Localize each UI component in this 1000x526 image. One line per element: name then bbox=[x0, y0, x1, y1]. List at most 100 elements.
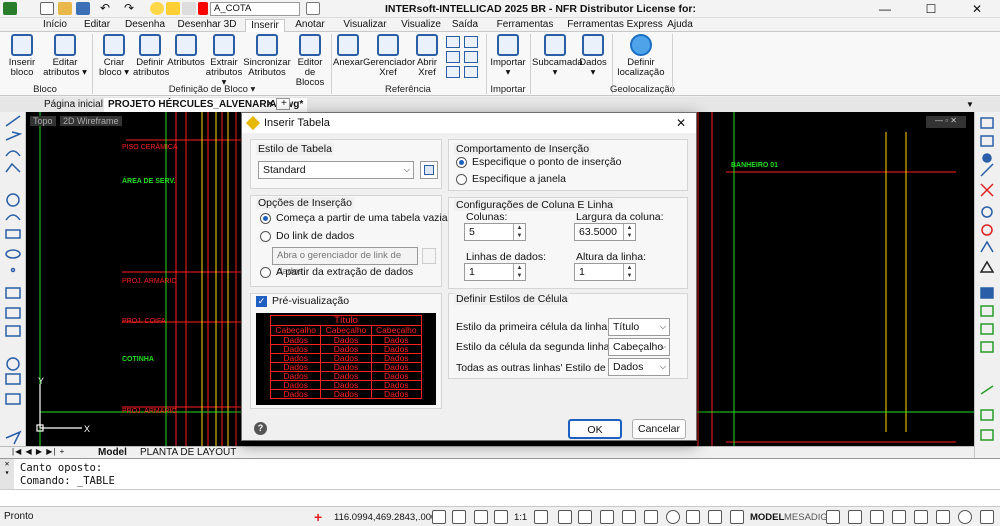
column-width-field[interactable]: 63.5000 ▲ ▼ bbox=[574, 223, 636, 241]
layer-color-swatch[interactable] bbox=[198, 2, 208, 15]
tab-anotar[interactable]: Anotar bbox=[292, 19, 328, 31]
dialog-close-button[interactable]: ✕ bbox=[676, 113, 686, 133]
minimize-button[interactable]: — bbox=[862, 0, 908, 18]
column-width-spinner[interactable]: ▲ ▼ bbox=[623, 224, 635, 240]
radio-data-extraction[interactable] bbox=[260, 267, 271, 278]
redo-icon[interactable]: ↷ bbox=[124, 2, 138, 15]
selection-cycling-icon[interactable] bbox=[686, 510, 700, 524]
adjust-icon[interactable] bbox=[464, 36, 478, 48]
define-attributes-button[interactable]: Definir atributos bbox=[133, 34, 169, 78]
sync-attributes-button[interactable]: Sincronizar Atributos bbox=[243, 34, 291, 78]
table-style-select[interactable]: Standard ⌵ bbox=[258, 161, 414, 179]
xref-manager-button[interactable]: Gerenciador Xref bbox=[363, 34, 415, 78]
data-extraction-label[interactable]: A partir da extração de dados bbox=[276, 266, 413, 278]
close-tab-icon[interactable]: ✕ bbox=[262, 98, 276, 112]
set-location-button[interactable]: Definir localização bbox=[614, 34, 668, 78]
tab-desenhar-3d[interactable]: Desenhar 3D bbox=[176, 19, 238, 31]
tab-ajuda[interactable]: Ajuda bbox=[665, 19, 695, 31]
dynamic-input-icon[interactable] bbox=[708, 510, 722, 524]
clean-screen-icon[interactable] bbox=[914, 510, 928, 524]
other-rows-style-select[interactable]: Dados ⌵ bbox=[608, 358, 670, 376]
second-row-style-select[interactable]: Cabeçalho ⌵ bbox=[608, 338, 670, 356]
create-block-button[interactable]: Criar bloco ▾ bbox=[95, 34, 133, 78]
import-button[interactable]: Importar ▾ bbox=[488, 34, 528, 78]
tablet-toggle[interactable]: MESADIG bbox=[784, 512, 828, 523]
first-row-style-select[interactable]: Título ⌵ bbox=[608, 318, 670, 336]
insert-block-button[interactable]: Inserir bloco bbox=[4, 34, 40, 78]
modify-tools-icons[interactable] bbox=[975, 112, 1000, 458]
snap-grid-icon[interactable] bbox=[432, 510, 446, 524]
insertion-point-label[interactable]: Especifique o ponto de inserção bbox=[472, 156, 621, 168]
cancel-button[interactable]: Cancelar bbox=[632, 419, 686, 439]
status-record-icon[interactable] bbox=[958, 510, 972, 524]
preview-checkbox-label[interactable]: Pré-visualização bbox=[272, 295, 349, 307]
open-xref-button[interactable]: Abrir Xref bbox=[413, 34, 441, 78]
annotation-scale-icon[interactable] bbox=[494, 510, 508, 524]
underlay-icon[interactable] bbox=[446, 51, 460, 63]
layer-on-icon[interactable] bbox=[150, 2, 164, 15]
row-height-field[interactable]: 1 ▲ ▼ bbox=[574, 263, 636, 281]
table-style-dialog-button[interactable] bbox=[420, 161, 438, 179]
model-space-toggle[interactable]: MODEL bbox=[750, 512, 784, 523]
new-tab-button[interactable]: + bbox=[276, 98, 290, 110]
radio-insertion-point[interactable] bbox=[456, 157, 467, 168]
ortho-icon[interactable] bbox=[474, 510, 488, 524]
tab-home-page[interactable]: Página inicial bbox=[40, 98, 107, 112]
edit-attributes-button[interactable]: Editar atributos ▾ bbox=[42, 34, 88, 78]
workspace-icon[interactable] bbox=[848, 510, 862, 524]
viewports-icon[interactable] bbox=[936, 510, 950, 524]
data-rows-spinner[interactable]: ▲ ▼ bbox=[513, 264, 525, 280]
attach-button[interactable]: Anexar bbox=[333, 34, 363, 68]
tab-inserir[interactable]: Inserir bbox=[245, 19, 285, 33]
tab-model[interactable]: Model bbox=[98, 447, 127, 458]
layer-lock-icon[interactable] bbox=[182, 2, 196, 15]
esnap-tracking-icon[interactable] bbox=[578, 510, 592, 524]
sublayer-button[interactable]: Subcamada ▾ bbox=[532, 34, 583, 78]
close-window-button[interactable]: ✕ bbox=[954, 0, 1000, 18]
preview-checkbox[interactable]: ✓ bbox=[256, 296, 267, 307]
tab-planta-layout[interactable]: PLANTA DE LAYOUT bbox=[140, 447, 236, 458]
tab-editar[interactable]: Editar bbox=[80, 19, 114, 31]
tab-list-dropdown-icon[interactable]: ▼ bbox=[962, 98, 978, 112]
maximize-button[interactable]: ☐ bbox=[908, 0, 954, 18]
group-label-definicao-bloco[interactable]: Definição de Bloco ▾ bbox=[95, 84, 329, 96]
viewport-view-label[interactable]: Topo bbox=[30, 116, 56, 126]
layout-nav-arrows[interactable]: |◀ ◀ ▶ ▶| + bbox=[12, 447, 65, 456]
esnap-icon[interactable] bbox=[558, 510, 572, 524]
tmode-icon[interactable] bbox=[622, 510, 636, 524]
customize-toolbar-icon[interactable] bbox=[306, 2, 320, 15]
block-editor-button[interactable]: Editor de Blocos bbox=[291, 34, 329, 88]
columns-spinner[interactable]: ▲ ▼ bbox=[513, 224, 525, 240]
grid-icon[interactable] bbox=[452, 510, 466, 524]
hardware-acceleration-icon[interactable] bbox=[892, 510, 906, 524]
coordinate-readout[interactable]: 116.0994,469.2843,.0000 bbox=[334, 512, 442, 523]
radio-window[interactable] bbox=[456, 174, 467, 185]
save-icon[interactable] bbox=[76, 2, 90, 15]
tab-saida[interactable]: Saída bbox=[450, 19, 480, 31]
edit-reference-icon[interactable] bbox=[464, 66, 478, 78]
row-height-spinner[interactable]: ▲ ▼ bbox=[623, 264, 635, 280]
polar-tracking-icon[interactable] bbox=[534, 510, 548, 524]
draw-tools-icons[interactable] bbox=[0, 112, 26, 458]
dynamic-ucs-icon[interactable] bbox=[644, 510, 658, 524]
tab-desenha[interactable]: Desenha bbox=[124, 19, 166, 31]
radio-empty-table[interactable] bbox=[260, 213, 271, 224]
command-input[interactable] bbox=[0, 489, 1000, 507]
viewport-style-label[interactable]: 2D Wireframe bbox=[60, 116, 122, 126]
data-button[interactable]: Dados ▾ bbox=[578, 34, 608, 78]
data-rows-field[interactable]: 1 ▲ ▼ bbox=[464, 263, 526, 281]
tab-visualizar[interactable]: Visualizar bbox=[338, 19, 392, 31]
dialog-title-bar[interactable]: Inserir Tabela ✕ bbox=[242, 113, 696, 133]
viewport-window-controls[interactable]: — ▫ ✕ bbox=[926, 116, 966, 128]
empty-table-label[interactable]: Começa a partir de uma tabela vazia bbox=[276, 212, 448, 224]
tab-ferramentas-express[interactable]: Ferramentas Express bbox=[565, 19, 665, 31]
attributes-button[interactable]: Atributos bbox=[167, 34, 205, 68]
window-label[interactable]: Especifique a janela bbox=[472, 173, 566, 185]
frame-icon[interactable] bbox=[464, 51, 478, 63]
lineweight-icon[interactable] bbox=[600, 510, 614, 524]
new-file-icon[interactable] bbox=[40, 2, 54, 15]
data-link-label[interactable]: Do link de dados bbox=[276, 230, 354, 242]
ok-button[interactable]: OK bbox=[568, 419, 622, 439]
reference-small-icons[interactable] bbox=[446, 36, 482, 78]
tab-inicio[interactable]: Início bbox=[38, 19, 72, 31]
